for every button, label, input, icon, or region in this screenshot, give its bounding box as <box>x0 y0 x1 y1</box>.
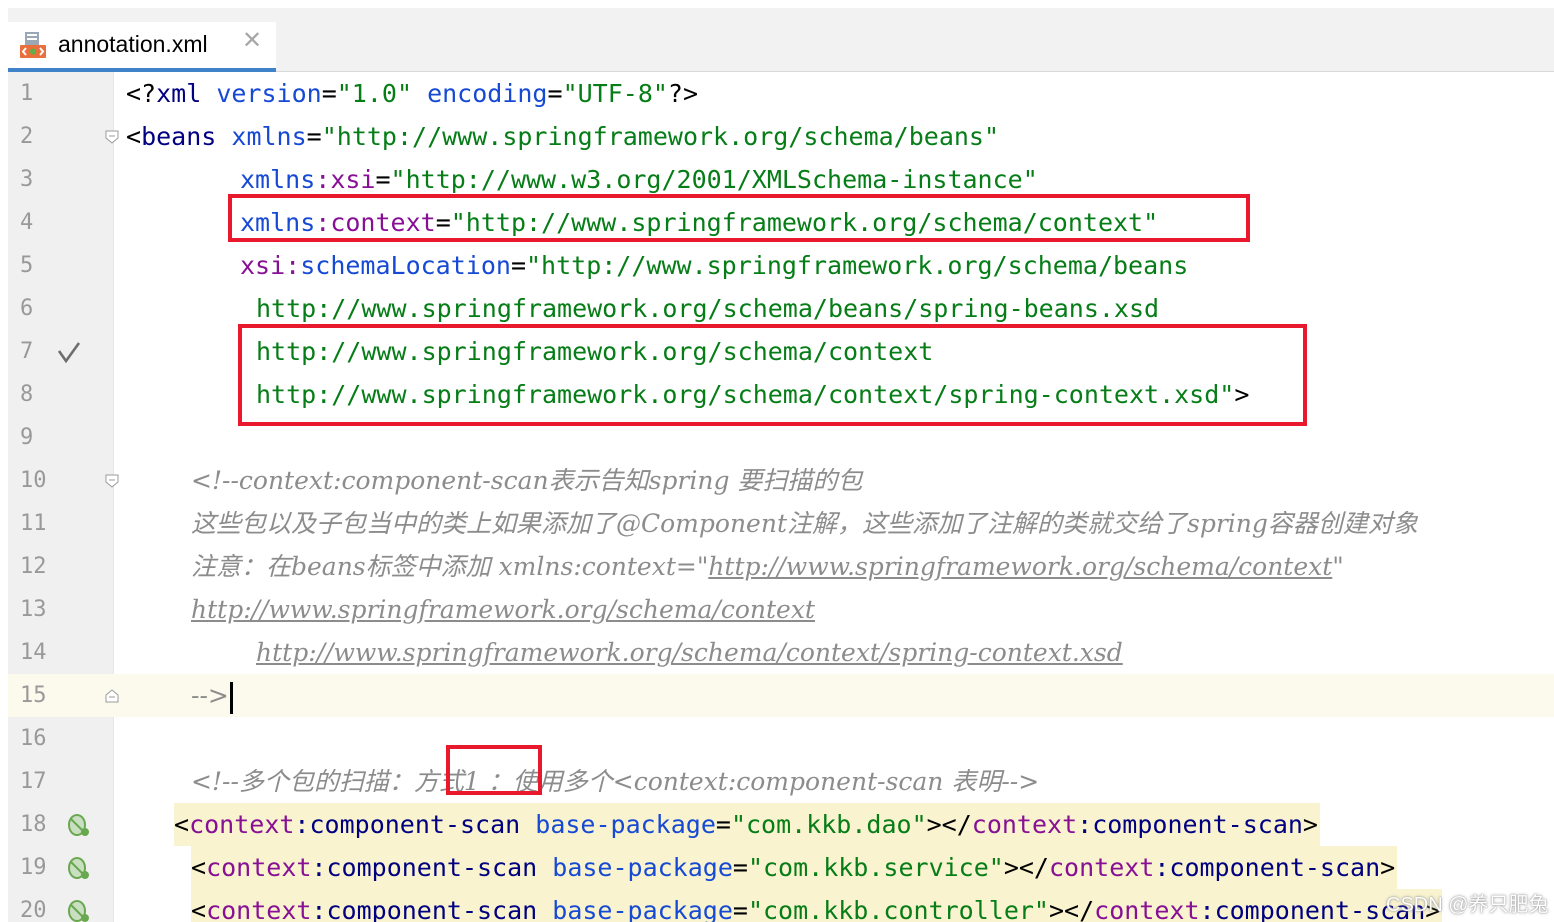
code-line-14[interactable]: 14 http://www.springframework.org/schema… <box>8 631 1554 674</box>
line-number: 13 <box>20 597 47 622</box>
line-number: 17 <box>20 769 47 794</box>
code-line-15[interactable]: 15 --> <box>8 674 1554 717</box>
comment-link[interactable]: http://www.springframework.org/schema/co… <box>708 552 1332 581</box>
code-text: <beans xmlns="http://www.springframework… <box>126 122 1000 151</box>
code-editor[interactable]: 1 <?xml version="1.0" encoding="UTF-8"?>… <box>8 72 1554 922</box>
line-number: 9 <box>20 425 34 450</box>
xml-file-icon <box>20 32 46 58</box>
code-text: <context:component-scan base-package="co… <box>174 803 1320 846</box>
comment-link[interactable]: http://www.springframework.org/schema/co… <box>256 638 1123 667</box>
code-line-6[interactable]: 6 http://www.springframework.org/schema/… <box>8 287 1554 330</box>
line-number: 7 <box>20 339 34 364</box>
line-number: 19 <box>20 855 47 880</box>
code-line-4[interactable]: 4 xmlns:context="http://www.springframew… <box>8 201 1554 244</box>
code-line-20[interactable]: 20 <context:component-scan base-package=… <box>8 889 1554 922</box>
comment-text: http://www.springframework.org/schema/co… <box>191 588 815 631</box>
code-text: http://www.springframework.org/schema/co… <box>256 380 1250 409</box>
line-number: 10 <box>20 468 47 493</box>
comment-text: http://www.springframework.org/schema/co… <box>256 631 1123 674</box>
code-line-1[interactable]: 1 <?xml version="1.0" encoding="UTF-8"?> <box>8 72 1554 115</box>
comment-text: <!--context:component-scan表示告知spring 要扫描… <box>191 466 863 495</box>
code-line-19[interactable]: 19 <context:component-scan base-package=… <box>8 846 1554 889</box>
code-text: <context:component-scan base-package="co… <box>191 889 1443 922</box>
code-text: http://www.springframework.org/schema/co… <box>256 337 934 366</box>
spring-bean-icon[interactable] <box>64 897 90 922</box>
line-number: 1 <box>20 81 34 106</box>
line-number: 2 <box>20 124 34 149</box>
spring-bean-icon[interactable] <box>64 854 90 880</box>
fold-marker-icon[interactable] <box>105 130 119 144</box>
comment-text: 这些包以及子包当中的类上如果添加了@Component注解，这些添加了注解的类就… <box>191 509 1418 538</box>
line-number: 20 <box>20 898 47 922</box>
line-number: 4 <box>20 210 34 235</box>
code-line-2[interactable]: 2 <beans xmlns="http://www.springframewo… <box>8 115 1554 158</box>
window-top-strip <box>0 0 1554 8</box>
comment-link[interactable]: http://www.springframework.org/schema/co… <box>191 595 815 624</box>
code-text: xsi:schemaLocation="http://www.springfra… <box>240 251 1189 280</box>
code-line-11[interactable]: 11 这些包以及子包当中的类上如果添加了@Component注解，这些添加了注解… <box>8 502 1554 545</box>
comment-text: 注意：在beans标签中添加 xmlns:context="http://www… <box>191 552 1344 581</box>
code-line-12[interactable]: 12 注意：在beans标签中添加 xmlns:context="http://… <box>8 545 1554 588</box>
line-number: 15 <box>20 683 47 708</box>
code-line-13[interactable]: 13 http://www.springframework.org/schema… <box>8 588 1554 631</box>
line-number: 5 <box>20 253 34 278</box>
code-text: xmlns:context="http://www.springframewor… <box>240 208 1159 237</box>
text-cursor <box>229 681 233 714</box>
code-line-8[interactable]: 8 http://www.springframework.org/schema/… <box>8 373 1554 416</box>
line-number: 14 <box>20 640 47 665</box>
watermark-text: CSDN @养只肥兔 <box>1386 894 1549 916</box>
line-number: 3 <box>20 167 34 192</box>
code-line-7[interactable]: 7 http://www.springframework.org/schema/… <box>8 330 1554 373</box>
line-number: 18 <box>20 812 47 837</box>
code-line-3[interactable]: 3 xmlns:xsi="http://www.w3.org/2001/XMLS… <box>8 158 1554 201</box>
code-text: http://www.springframework.org/schema/be… <box>256 294 1160 323</box>
check-mark-icon[interactable] <box>56 339 82 365</box>
code-line-5[interactable]: 5 xsi:schemaLocation="http://www.springf… <box>8 244 1554 287</box>
spring-bean-icon[interactable] <box>64 811 90 837</box>
highlighted-phrase: 方式1 <box>413 767 480 796</box>
tab-label: annotation.xml <box>58 31 208 57</box>
line-number: 12 <box>20 554 47 579</box>
code-text: xmlns:xsi="http://www.w3.org/2001/XMLSch… <box>240 165 1038 194</box>
line-number: 16 <box>20 726 47 751</box>
code-line-17[interactable]: 17 <!--多个包的扫描：方式1 ：使用多个<context:componen… <box>8 760 1554 803</box>
fold-marker-icon[interactable] <box>105 474 119 488</box>
line-number: 6 <box>20 296 34 321</box>
fold-marker-icon[interactable] <box>105 689 119 703</box>
comment-text: <!--多个包的扫描：方式1 ：使用多个<context:component-s… <box>191 767 1040 796</box>
code-text: <context:component-scan base-package="co… <box>191 846 1398 889</box>
code-line-16[interactable]: 16 <box>8 717 1554 760</box>
code-line-10[interactable]: 10 <!--context:component-scan表示告知spring … <box>8 459 1554 502</box>
code-line-9[interactable]: 9 <box>8 416 1554 459</box>
close-icon[interactable]: ✕ <box>242 29 262 53</box>
line-number: 8 <box>20 382 34 407</box>
editor-tab-bar: annotation.xml ✕ <box>8 8 1554 72</box>
code-text: <?xml version="1.0" encoding="UTF-8"?> <box>126 79 699 108</box>
line-number: 11 <box>20 511 47 536</box>
tab-annotation-xml[interactable]: annotation.xml ✕ <box>8 22 276 72</box>
code-line-18[interactable]: 18 <context:component-scan base-package=… <box>8 803 1554 846</box>
comment-text: --> <box>191 674 233 717</box>
